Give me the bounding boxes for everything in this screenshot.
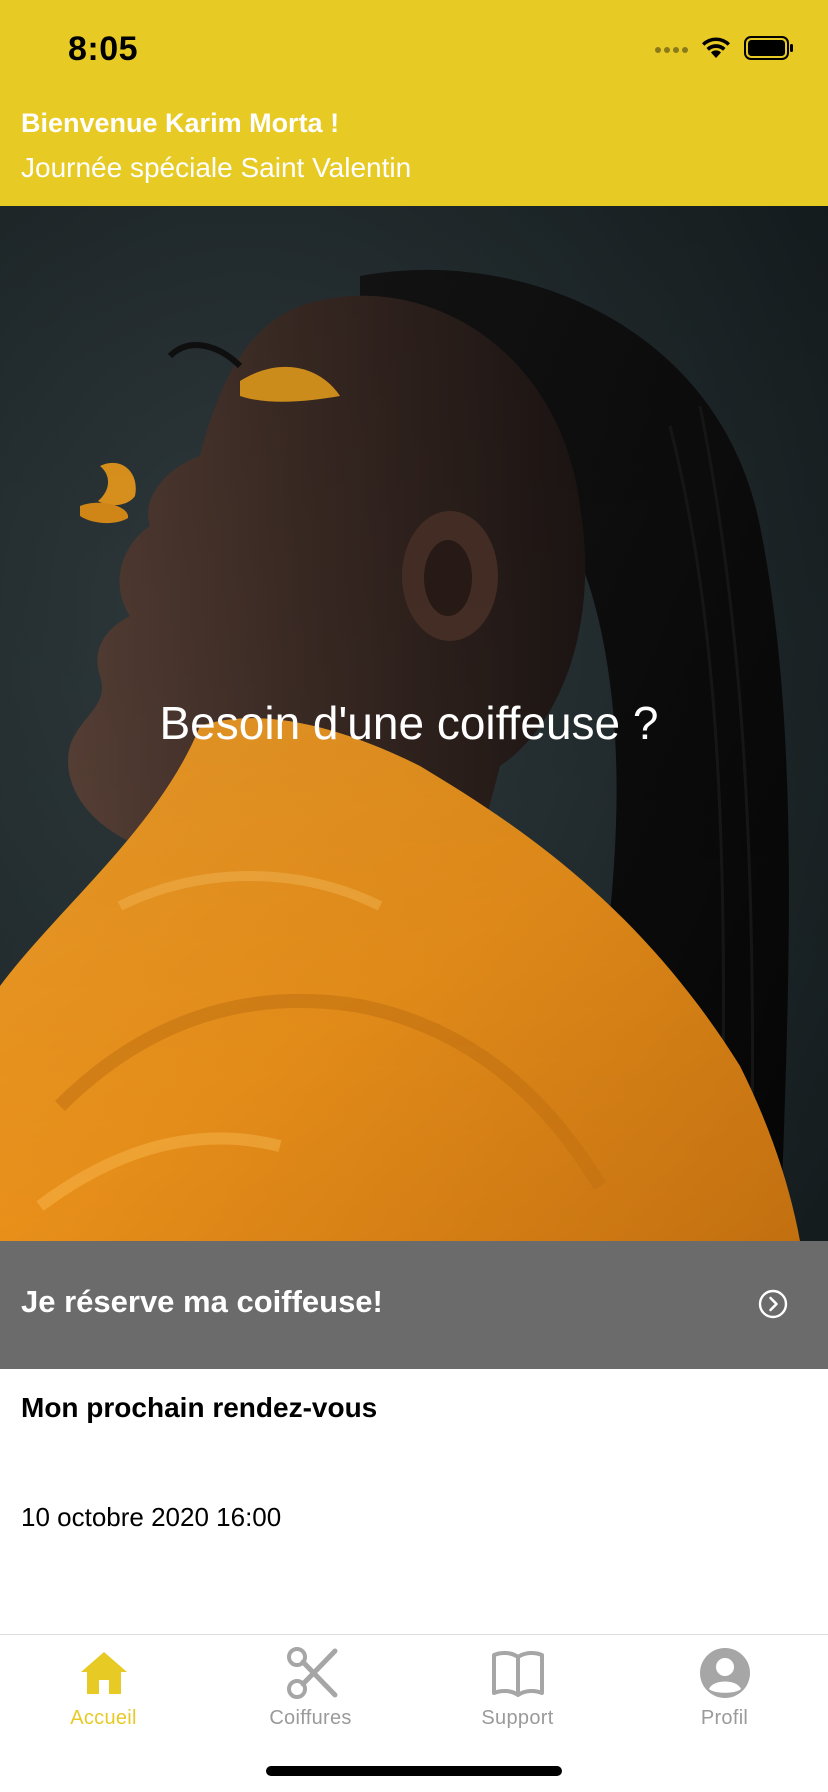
- next-appointment-datetime: 10 octobre 2020 16:00: [21, 1502, 282, 1532]
- tab-label-coiffures: Coiffures: [269, 1707, 352, 1729]
- app-screen: 8:05 Bienvenue Karim Morta ! Journée spé…: [0, 0, 828, 1792]
- chevron-right-circle-icon: [758, 1289, 788, 1319]
- wifi-icon: [702, 37, 730, 58]
- tab-label-profil: Profil: [700, 1707, 749, 1729]
- hero-headline: Besoin d'une coiffeuse ?: [159, 697, 659, 749]
- hero-banner: Besoin d'une coiffeuse ?: [0, 206, 828, 1241]
- reserve-label: Je réserve ma coiffeuse!: [21, 1284, 383, 1319]
- home-indicator[interactable]: [266, 1766, 562, 1776]
- scissors-icon: [283, 1645, 339, 1701]
- cellular-signal-icon: [655, 47, 688, 53]
- status-bar: 8:05: [0, 0, 828, 100]
- status-time: 8:05: [68, 30, 139, 68]
- battery-icon: [744, 36, 793, 60]
- tab-support[interactable]: Support: [414, 1645, 621, 1745]
- tab-accueil[interactable]: Accueil: [0, 1645, 207, 1745]
- home-icon: [76, 1645, 132, 1701]
- next-appointment-title: Mon prochain rendez-vous: [21, 1392, 378, 1423]
- header: 8:05 Bienvenue Karim Morta ! Journée spé…: [0, 0, 828, 206]
- status-icons: [654, 36, 794, 60]
- welcome-heading: Bienvenue Karim Morta !: [21, 108, 340, 138]
- promo-subtitle: Journée spéciale Saint Valentin: [21, 152, 412, 183]
- reserve-button[interactable]: Je réserve ma coiffeuse!: [0, 1241, 828, 1369]
- book-icon: [490, 1645, 546, 1701]
- tab-label-support: Support: [481, 1707, 554, 1729]
- tab-coiffures[interactable]: Coiffures: [207, 1645, 414, 1745]
- user-circle-icon: [697, 1645, 753, 1701]
- tab-label-accueil: Accueil: [70, 1707, 137, 1729]
- tab-profil[interactable]: Profil: [621, 1645, 828, 1745]
